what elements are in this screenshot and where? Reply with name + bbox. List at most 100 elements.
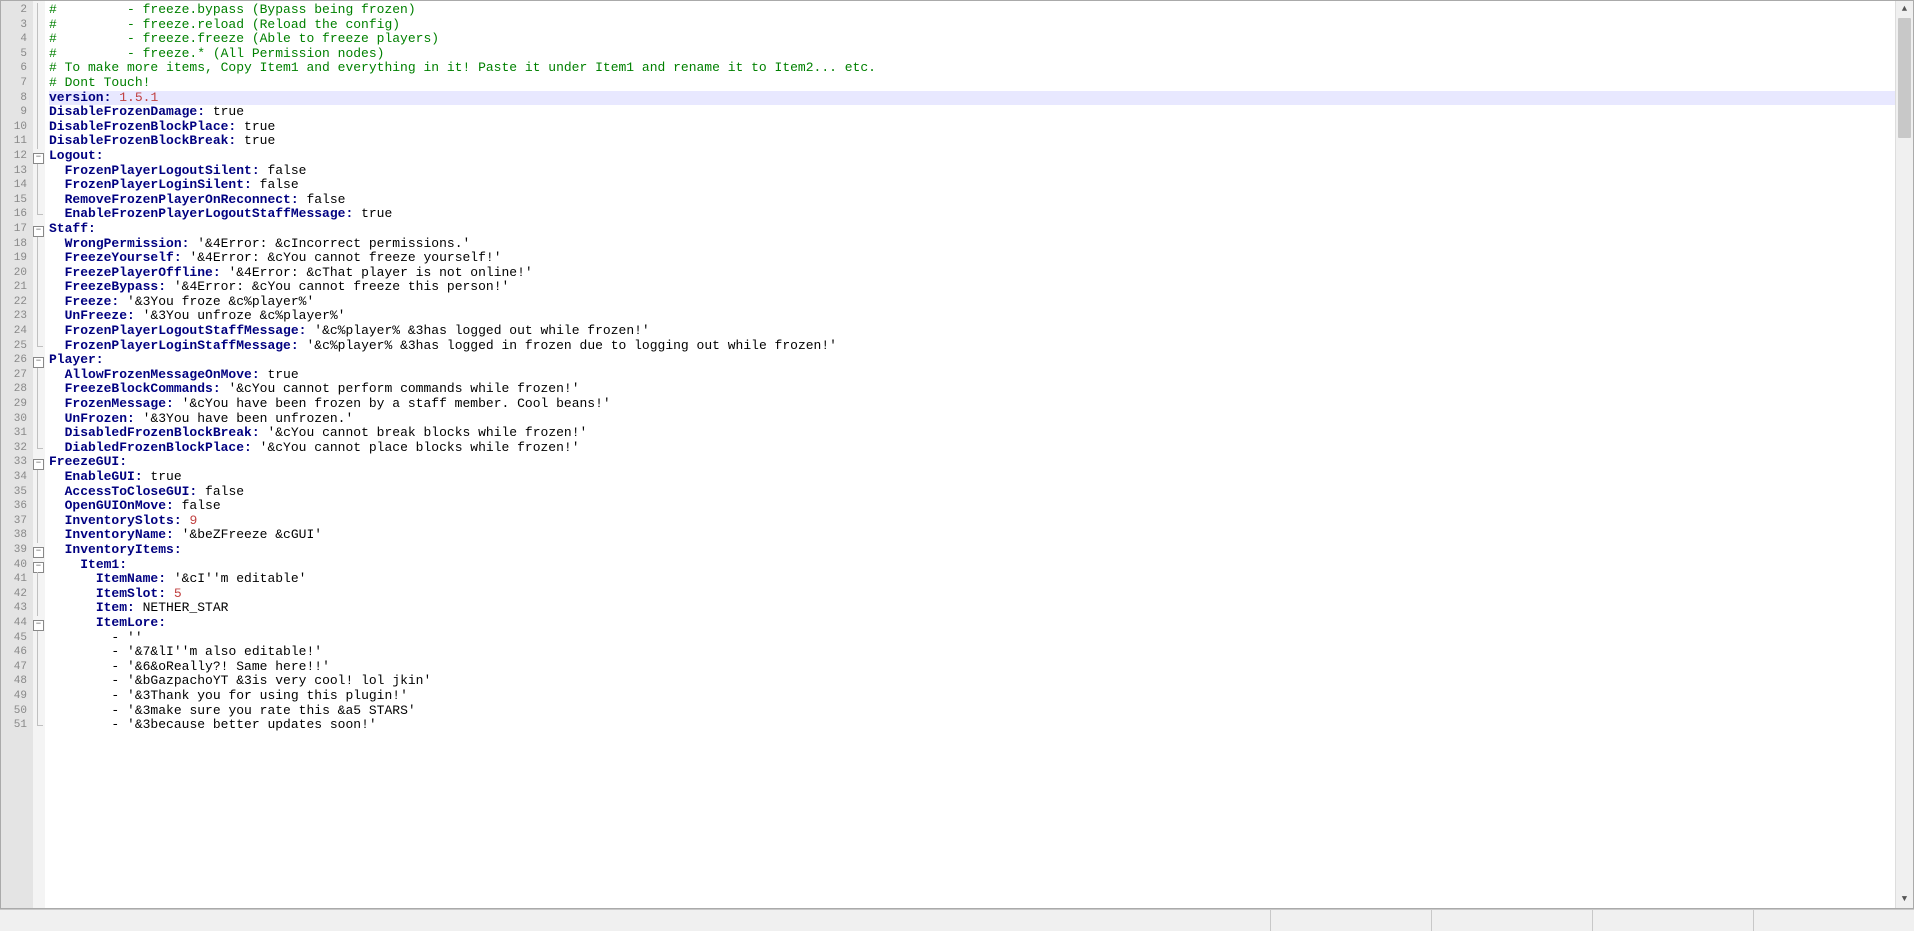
fold-marker[interactable]: −: [33, 616, 45, 631]
code-line[interactable]: EnableFrozenPlayerLogoutStaffMessage: tr…: [49, 207, 1913, 222]
fold-marker[interactable]: −: [33, 543, 45, 558]
code-line[interactable]: - '&3make sure you rate this &a5 STARS': [49, 704, 1913, 719]
code-line[interactable]: - '': [49, 631, 1913, 646]
code-line[interactable]: DisableFrozenDamage: true: [49, 105, 1913, 120]
line-number: 28: [1, 382, 33, 397]
code-line[interactable]: - '&6&oReally?! Same here!!': [49, 660, 1913, 675]
fold-marker: [33, 704, 45, 719]
code-line[interactable]: FreezeYourself: '&4Error: &cYou cannot f…: [49, 251, 1913, 266]
fold-marker: [33, 120, 45, 135]
code-line[interactable]: InventoryItems:: [49, 543, 1913, 558]
scroll-down-arrow[interactable]: ▼: [1896, 891, 1913, 908]
code-line[interactable]: FrozenPlayerLogoutSilent: false: [49, 164, 1913, 179]
code-line[interactable]: Item1:: [49, 558, 1913, 573]
line-number: 45: [1, 631, 33, 646]
line-number: 46: [1, 645, 33, 660]
scroll-up-arrow[interactable]: ▲: [1896, 1, 1913, 18]
code-line[interactable]: DisableFrozenBlockPlace: true: [49, 120, 1913, 135]
code-line[interactable]: # - freeze.bypass (Bypass being frozen): [49, 3, 1913, 18]
fold-marker: [33, 32, 45, 47]
fold-marker[interactable]: −: [33, 353, 45, 368]
code-line[interactable]: AllowFrozenMessageOnMove: true: [49, 368, 1913, 383]
code-line[interactable]: FreezeBypass: '&4Error: &cYou cannot fre…: [49, 280, 1913, 295]
line-number: 16: [1, 207, 33, 222]
fold-marker: [33, 514, 45, 529]
fold-collapse-icon[interactable]: −: [33, 153, 44, 164]
code-area[interactable]: # - freeze.bypass (Bypass being frozen)#…: [45, 1, 1913, 908]
code-line[interactable]: RemoveFrozenPlayerOnReconnect: false: [49, 193, 1913, 208]
fold-marker: [33, 660, 45, 675]
line-number: 30: [1, 412, 33, 427]
code-line[interactable]: DisableFrozenBlockBreak: true: [49, 134, 1913, 149]
line-number: 37: [1, 514, 33, 529]
fold-marker: [33, 61, 45, 76]
line-number: 8: [1, 91, 33, 106]
code-line[interactable]: # To make more items, Copy Item1 and eve…: [49, 61, 1913, 76]
code-line[interactable]: # - freeze.reload (Reload the config): [49, 18, 1913, 33]
code-line[interactable]: ItemName: '&cI''m editable': [49, 572, 1913, 587]
code-line[interactable]: FrozenPlayerLoginSilent: false: [49, 178, 1913, 193]
code-line[interactable]: Staff:: [49, 222, 1913, 237]
line-number: 31: [1, 426, 33, 441]
fold-marker: [33, 528, 45, 543]
code-line[interactable]: FreezeBlockCommands: '&cYou cannot perfo…: [49, 382, 1913, 397]
code-line[interactable]: - '&7&lI''m also editable!': [49, 645, 1913, 660]
code-line[interactable]: DisabledFrozenBlockBreak: '&cYou cannot …: [49, 426, 1913, 441]
code-line[interactable]: ItemLore:: [49, 616, 1913, 631]
fold-marker: [33, 470, 45, 485]
code-line[interactable]: WrongPermission: '&4Error: &cIncorrect p…: [49, 237, 1913, 252]
line-number: 19: [1, 251, 33, 266]
vertical-scrollbar[interactable]: ▲ ▼: [1895, 1, 1913, 908]
fold-marker[interactable]: −: [33, 149, 45, 164]
code-line[interactable]: - '&3Thank you for using this plugin!': [49, 689, 1913, 704]
code-line[interactable]: Item: NETHER_STAR: [49, 601, 1913, 616]
fold-collapse-icon[interactable]: −: [33, 547, 44, 558]
scroll-thumb[interactable]: [1898, 18, 1911, 138]
code-line[interactable]: InventorySlots: 9: [49, 514, 1913, 529]
fold-marker: [33, 178, 45, 193]
status-bar: [0, 909, 1914, 931]
fold-marker[interactable]: −: [33, 455, 45, 470]
fold-marker[interactable]: −: [33, 222, 45, 237]
code-line[interactable]: FreezePlayerOffline: '&4Error: &cThat pl…: [49, 266, 1913, 281]
line-number: 27: [1, 368, 33, 383]
code-line[interactable]: FrozenPlayerLogoutStaffMessage: '&c%play…: [49, 324, 1913, 339]
code-line[interactable]: EnableGUI: true: [49, 470, 1913, 485]
line-number: 21: [1, 280, 33, 295]
code-editor[interactable]: 2345678910111213141516171819202122232425…: [0, 0, 1914, 909]
fold-collapse-icon[interactable]: −: [33, 459, 44, 470]
code-line[interactable]: FreezeGUI:: [49, 455, 1913, 470]
fold-marker: [33, 718, 45, 733]
fold-marker: [33, 485, 45, 500]
line-number: 14: [1, 178, 33, 193]
code-line[interactable]: # - freeze.freeze (Able to freeze player…: [49, 32, 1913, 47]
line-number: 5: [1, 47, 33, 62]
line-number: 18: [1, 237, 33, 252]
code-line[interactable]: FrozenMessage: '&cYou have been frozen b…: [49, 397, 1913, 412]
code-line[interactable]: version: 1.5.1: [49, 91, 1913, 106]
fold-marker: [33, 207, 45, 222]
code-line[interactable]: AccessToCloseGUI: false: [49, 485, 1913, 500]
fold-collapse-icon[interactable]: −: [33, 620, 44, 631]
fold-collapse-icon[interactable]: −: [33, 562, 44, 573]
code-line[interactable]: ItemSlot: 5: [49, 587, 1913, 602]
code-line[interactable]: Freeze: '&3You froze &c%player%': [49, 295, 1913, 310]
code-line[interactable]: UnFreeze: '&3You unfroze &c%player%': [49, 309, 1913, 324]
code-line[interactable]: # Dont Touch!: [49, 76, 1913, 91]
fold-collapse-icon[interactable]: −: [33, 226, 44, 237]
code-line[interactable]: # - freeze.* (All Permission nodes): [49, 47, 1913, 62]
code-line[interactable]: - '&3because better updates soon!': [49, 718, 1913, 733]
code-line[interactable]: - '&bGazpachoYT &3is very cool! lol jkin…: [49, 674, 1913, 689]
code-line[interactable]: FrozenPlayerLoginStaffMessage: '&c%playe…: [49, 339, 1913, 354]
fold-collapse-icon[interactable]: −: [33, 357, 44, 368]
fold-marker: [33, 134, 45, 149]
fold-marker: [33, 91, 45, 106]
code-line[interactable]: InventoryName: '&beZFreeze &cGUI': [49, 528, 1913, 543]
code-line[interactable]: UnFrozen: '&3You have been unfrozen.': [49, 412, 1913, 427]
code-line[interactable]: Logout:: [49, 149, 1913, 164]
fold-marker[interactable]: −: [33, 558, 45, 573]
code-line[interactable]: DiabledFrozenBlockPlace: '&cYou cannot p…: [49, 441, 1913, 456]
fold-column[interactable]: − − − − − − −: [33, 1, 45, 908]
code-line[interactable]: Player:: [49, 353, 1913, 368]
code-line[interactable]: OpenGUIOnMove: false: [49, 499, 1913, 514]
